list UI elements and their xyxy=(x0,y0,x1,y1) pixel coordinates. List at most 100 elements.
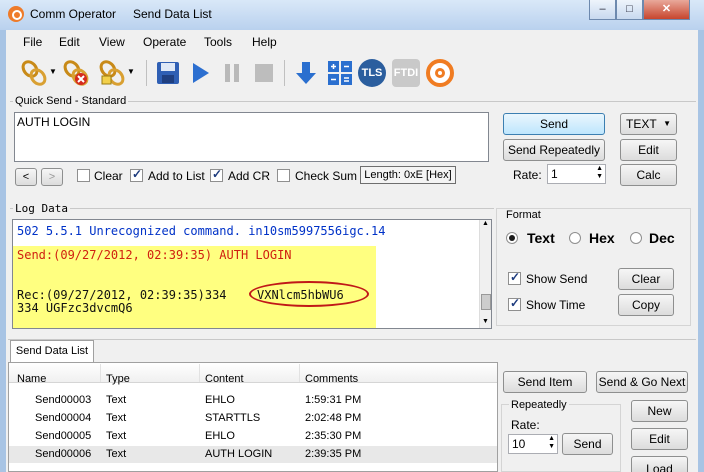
row-type: Text xyxy=(106,394,127,406)
list-rate-label: Rate: xyxy=(511,418,540,432)
send-button[interactable]: Send xyxy=(503,113,605,135)
format-group-label: Format xyxy=(504,209,543,221)
format-hex-radio[interactable] xyxy=(569,232,581,244)
connection-settings-icon[interactable] xyxy=(98,59,126,87)
row-type: Text xyxy=(106,430,127,442)
repeatedly-group-label: Repeatedly xyxy=(509,399,569,411)
stepper-arrows-icon[interactable]: ▲ ▼ xyxy=(548,435,555,451)
add-cr-checkbox[interactable] xyxy=(210,167,223,182)
row-name: Send00004 xyxy=(35,412,92,424)
tls-label: TLS xyxy=(361,67,383,79)
column-header-type[interactable]: Type xyxy=(106,373,130,385)
log-output[interactable]: 502 5.5.1 Unrecognized command. in10sm59… xyxy=(12,219,492,329)
show-time-label: Show Time xyxy=(526,298,586,312)
format-select[interactable]: TEXT ▼ xyxy=(620,113,677,135)
history-prev-button[interactable]: < xyxy=(15,168,37,186)
rate-stepper[interactable]: 1 ▲ ▼ xyxy=(547,164,606,184)
log-line-receive-error: 502 5.5.1 Unrecognized command. in10sm59… xyxy=(17,224,386,238)
menu-edit[interactable]: Edit xyxy=(59,35,80,49)
format-text-radio[interactable] xyxy=(506,232,518,244)
send-item-button[interactable]: Send Item xyxy=(503,371,587,393)
length-indicator: Length: 0xE [Hex] xyxy=(360,166,456,184)
scroll-down-icon[interactable]: ▼ xyxy=(482,318,489,325)
rate-label: Rate: xyxy=(513,168,542,182)
row-content: EHLO xyxy=(205,430,235,442)
load-button[interactable]: Load xyxy=(631,456,688,472)
receive-down-arrow-icon[interactable] xyxy=(292,59,320,87)
format-hex-label: Hex xyxy=(589,230,615,246)
send-list-divider xyxy=(8,339,696,340)
stepper-arrows-icon[interactable]: ▲ ▼ xyxy=(596,165,603,181)
stop-icon[interactable] xyxy=(250,59,278,87)
tab-send-data-list[interactable]: Send Data List xyxy=(10,340,94,362)
show-send-label: Show Send xyxy=(526,272,588,286)
log-line-send: Send:(09/27/2012, 02:39:35) AUTH LOGIN xyxy=(17,248,292,262)
column-divider xyxy=(100,364,101,382)
minimize-button[interactable]: – xyxy=(589,0,616,20)
column-header-content[interactable]: Content xyxy=(205,373,244,385)
list-repeat-send-button[interactable]: Send xyxy=(562,433,613,455)
menu-tools[interactable]: Tools xyxy=(204,35,232,49)
play-icon[interactable] xyxy=(186,59,214,87)
row-content: AUTH LOGIN xyxy=(205,448,273,460)
log-copy-button[interactable]: Copy xyxy=(618,294,674,316)
quick-send-text: AUTH LOGIN xyxy=(17,115,91,129)
row-comments: 2:39:35 PM xyxy=(305,448,362,460)
comm-operator-logo-icon[interactable] xyxy=(426,59,454,87)
column-header-comments[interactable]: Comments xyxy=(305,373,358,385)
add-to-list-label: Add to List xyxy=(148,169,205,183)
settings-dropdown-icon[interactable]: ▼ xyxy=(127,67,135,76)
history-next-button[interactable]: > xyxy=(41,168,63,186)
clear-checkbox[interactable] xyxy=(77,169,90,182)
disconnect-chain-icon[interactable] xyxy=(62,59,90,87)
annotation-circle xyxy=(249,281,369,307)
scroll-thumb[interactable] xyxy=(481,294,491,310)
column-header-name[interactable]: Name xyxy=(17,373,46,385)
add-to-list-checkbox[interactable] xyxy=(130,167,143,182)
connect-dropdown-icon[interactable]: ▼ xyxy=(49,67,57,76)
save-disk-icon[interactable] xyxy=(154,59,182,87)
row-comments: 1:59:31 PM xyxy=(305,394,362,406)
row-content: EHLO xyxy=(205,394,235,406)
row-comments: 2:35:30 PM xyxy=(305,430,362,442)
ftdi-icon[interactable]: FTDI xyxy=(392,59,420,87)
edit-button[interactable]: Edit xyxy=(620,139,677,161)
scroll-up-icon[interactable]: ▲ xyxy=(482,220,489,227)
send-go-next-button[interactable]: Send & Go Next xyxy=(596,371,688,393)
send-repeatedly-button[interactable]: Send Repeatedly xyxy=(503,139,605,161)
edit-item-button[interactable]: Edit xyxy=(631,428,688,450)
show-time-checkbox[interactable] xyxy=(508,296,521,311)
log-clear-button[interactable]: Clear xyxy=(618,268,674,290)
rate-value: 1 xyxy=(551,167,558,181)
format-dec-radio[interactable] xyxy=(630,232,642,244)
menu-view[interactable]: View xyxy=(99,35,125,49)
list-rate-stepper[interactable]: 10 ▲ ▼ xyxy=(508,434,558,454)
close-button[interactable]: ✕ xyxy=(643,0,690,20)
app-window: Comm Operator Send Data List – □ ✕ File … xyxy=(0,0,704,472)
pause-icon[interactable] xyxy=(218,59,246,87)
calculator-icon[interactable] xyxy=(326,59,354,87)
row-name: Send00005 xyxy=(35,430,92,442)
calc-button[interactable]: Calc xyxy=(620,164,677,186)
table-header xyxy=(9,363,497,383)
new-item-button[interactable]: New xyxy=(631,400,688,422)
column-divider xyxy=(299,364,300,382)
show-send-checkbox[interactable] xyxy=(508,270,521,285)
connect-chain-icon[interactable] xyxy=(20,59,48,87)
menu-file[interactable]: File xyxy=(23,35,42,49)
row-type: Text xyxy=(106,412,127,424)
log-scrollbar[interactable]: ▲ ▼ xyxy=(479,220,491,328)
row-comments: 2:02:48 PM xyxy=(305,412,362,424)
check-sum-checkbox[interactable] xyxy=(277,169,290,182)
ftdi-label: FTDI xyxy=(393,67,419,79)
menu-help[interactable]: Help xyxy=(252,35,277,49)
column-divider xyxy=(199,364,200,382)
format-select-value: TEXT xyxy=(626,117,657,131)
row-name: Send00003 xyxy=(35,394,92,406)
menu-operate[interactable]: Operate xyxy=(143,35,186,49)
title-bar: Comm Operator Send Data List – □ ✕ xyxy=(0,0,704,30)
maximize-button[interactable]: □ xyxy=(616,0,643,20)
quick-send-textarea[interactable]: AUTH LOGIN xyxy=(14,112,489,162)
tls-icon[interactable]: TLS xyxy=(358,59,386,87)
log-group-label: Log Data xyxy=(13,202,70,215)
